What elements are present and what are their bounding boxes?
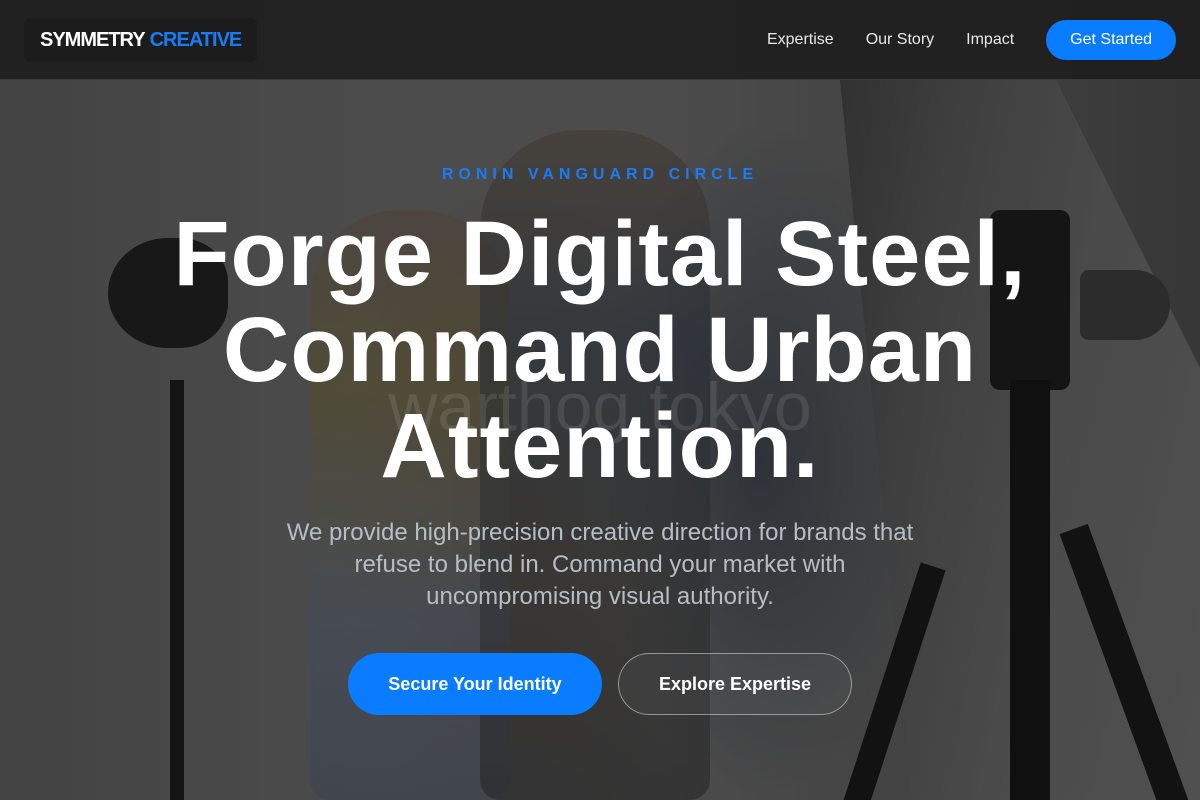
site-header: SYMMETRY CREATIVE Expertise Our Story Im… — [0, 0, 1200, 80]
hero-headline: Forge Digital Steel, Command Urban Atten… — [100, 206, 1100, 494]
hero-subtext: We provide high-precision creative direc… — [286, 519, 914, 610]
main-nav: Expertise Our Story Impact Get Started — [767, 20, 1176, 60]
explore-expertise-button[interactable]: Explore Expertise — [618, 653, 852, 715]
nav-link-impact[interactable]: Impact — [966, 31, 1014, 49]
brand-name-accent: CREATIVE — [149, 28, 243, 51]
brand-name-primary: SYMMETRY — [40, 28, 146, 51]
hero-eyebrow: RONIN VANGUARD CIRCLE — [441, 166, 759, 183]
secure-your-identity-button[interactable]: Secure Your Identity — [348, 653, 602, 715]
headline-line-1: Forge Digital Steel, — [173, 203, 1027, 305]
headline-line-2: Command Urban — [222, 299, 978, 401]
nav-link-our-story[interactable]: Our Story — [866, 31, 934, 49]
headline-line-3: Attention. — [380, 395, 820, 497]
brand-logo[interactable]: SYMMETRY CREATIVE — [24, 18, 258, 62]
nav-link-expertise[interactable]: Expertise — [767, 31, 834, 49]
landing-page: warthog tokyo SYMMETRY CREATIVE Expertis… — [0, 0, 1200, 800]
get-started-button[interactable]: Get Started — [1046, 20, 1176, 60]
